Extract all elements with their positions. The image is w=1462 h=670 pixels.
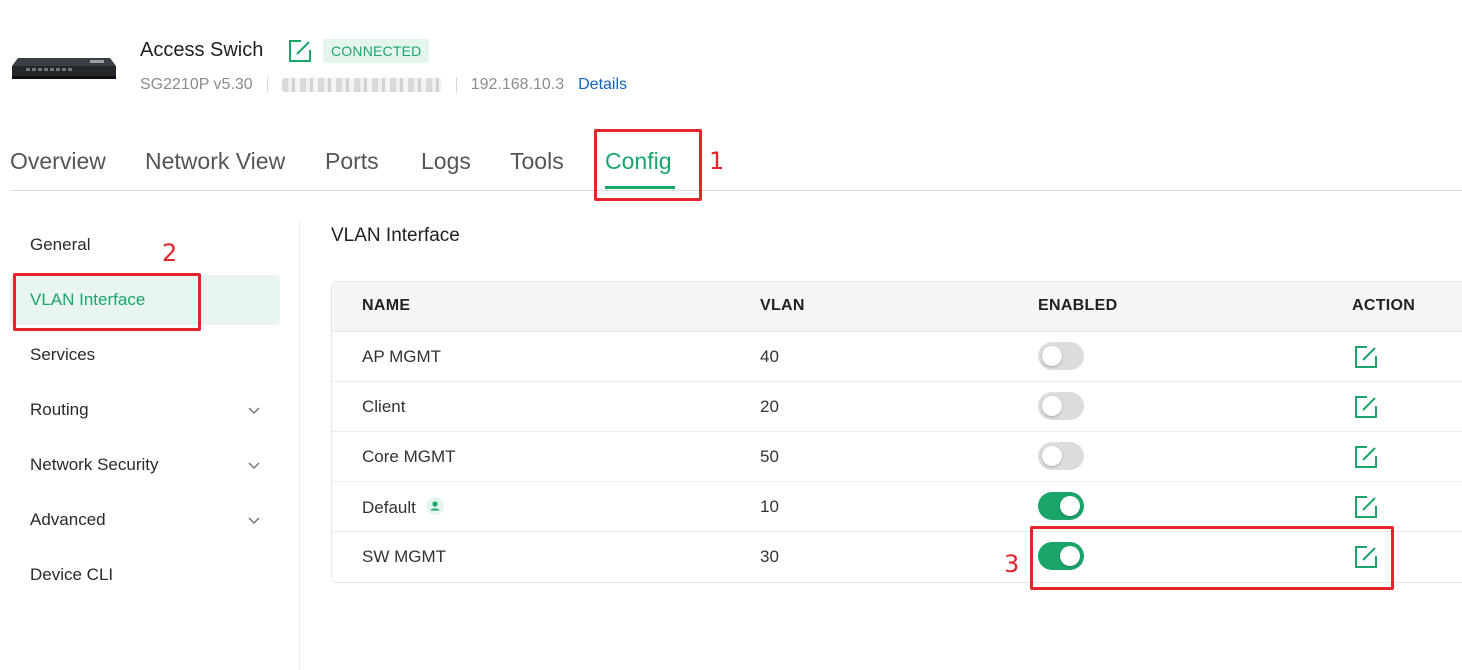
sidebar-item-label: General xyxy=(30,235,91,254)
tab-overview[interactable]: Overview xyxy=(10,148,106,175)
sidebar-item-network-security[interactable]: Network Security xyxy=(10,440,280,490)
sidebar-item-routing[interactable]: Routing xyxy=(10,385,280,435)
sidebar-item-label: Services xyxy=(30,345,96,364)
page-title: VLAN Interface xyxy=(331,225,460,246)
chevron-down-icon xyxy=(248,517,260,525)
vlan-name-cell: Default xyxy=(362,497,444,518)
enabled-toggle[interactable] xyxy=(1038,392,1084,420)
annotation-number: 2 xyxy=(162,239,178,267)
status-badge: CONNECTED xyxy=(323,39,430,63)
column-header-vlan: VLAN xyxy=(760,297,805,314)
sidebar-item-services[interactable]: Services xyxy=(10,330,280,380)
table-row: Core MGMT 50 xyxy=(332,432,1462,482)
table-row: Client 20 xyxy=(332,382,1462,432)
enabled-toggle[interactable] xyxy=(1038,342,1084,370)
vlan-id: 40 xyxy=(760,347,779,366)
table-row: Default 10 xyxy=(332,482,1462,532)
divider xyxy=(455,77,457,93)
tab-bar: Overview Network View Ports Logs Tools C… xyxy=(10,140,1462,191)
divider xyxy=(266,77,268,93)
sidebar-item-device-cli[interactable]: Device CLI xyxy=(10,550,280,600)
column-header-name: NAME xyxy=(362,297,411,314)
vlan-id: 30 xyxy=(760,547,779,566)
vlan-id: 50 xyxy=(760,447,779,466)
tab-network-view[interactable]: Network View xyxy=(145,148,285,175)
enabled-toggle[interactable] xyxy=(1038,492,1084,520)
vlan-name: Client xyxy=(362,397,406,416)
toggle-knob xyxy=(1042,396,1062,416)
details-link[interactable]: Details xyxy=(578,76,627,94)
table-row: AP MGMT 40 xyxy=(332,332,1462,382)
vlan-name: Core MGMT xyxy=(362,447,456,466)
device-name: Access Swich xyxy=(140,39,264,61)
device-ip: 192.168.10.3 xyxy=(470,76,565,93)
vlan-name: SW MGMT xyxy=(362,547,447,566)
device-meta: SG2210P v5.30 192.168.10.3 Details xyxy=(140,74,627,96)
tab-tools[interactable]: Tools xyxy=(510,148,564,175)
column-header-action: ACTION xyxy=(1352,297,1416,314)
vlan-name: AP MGMT xyxy=(362,347,442,366)
redacted-text xyxy=(281,78,442,92)
edit-icon[interactable] xyxy=(1353,494,1379,520)
sidebar-item-label: Network Security xyxy=(30,455,159,474)
tab-ports[interactable]: Ports xyxy=(325,148,379,175)
vlan-id: 10 xyxy=(760,497,779,516)
annotation-box-vlan-interface xyxy=(13,273,201,331)
edit-name-icon[interactable] xyxy=(287,38,313,64)
edit-icon[interactable] xyxy=(1353,394,1379,420)
vlan-id: 20 xyxy=(760,397,779,416)
annotation-number: 3 xyxy=(1004,550,1020,578)
tab-logs[interactable]: Logs xyxy=(421,148,471,175)
toggle-knob xyxy=(1060,496,1080,516)
switch-device-image xyxy=(12,58,116,79)
user-icon xyxy=(425,497,444,515)
sidebar-item-label: Routing xyxy=(30,400,89,419)
sidebar-item-label: Advanced xyxy=(30,510,106,529)
sidebar-item-label: Device CLI xyxy=(30,565,114,584)
annotation-box-config xyxy=(594,129,702,201)
sidebar-item-advanced[interactable]: Advanced xyxy=(10,495,280,545)
edit-icon[interactable] xyxy=(1353,344,1379,370)
toggle-knob xyxy=(1042,446,1062,466)
enabled-toggle[interactable] xyxy=(1038,442,1084,470)
edit-icon[interactable] xyxy=(1353,444,1379,470)
vlan-name: Default xyxy=(362,498,416,517)
table-header: NAME VLAN ENABLED ACTION xyxy=(332,282,1462,332)
chevron-down-icon xyxy=(248,407,260,415)
chevron-down-icon xyxy=(248,462,260,470)
annotation-box-sw-mgmt xyxy=(1030,526,1394,590)
annotation-number: 1 xyxy=(709,147,725,175)
device-model: SG2210P v5.30 xyxy=(140,76,253,93)
toggle-knob xyxy=(1042,346,1062,366)
column-header-enabled: ENABLED xyxy=(1038,297,1118,314)
sidebar-item-general[interactable]: General xyxy=(10,220,280,270)
